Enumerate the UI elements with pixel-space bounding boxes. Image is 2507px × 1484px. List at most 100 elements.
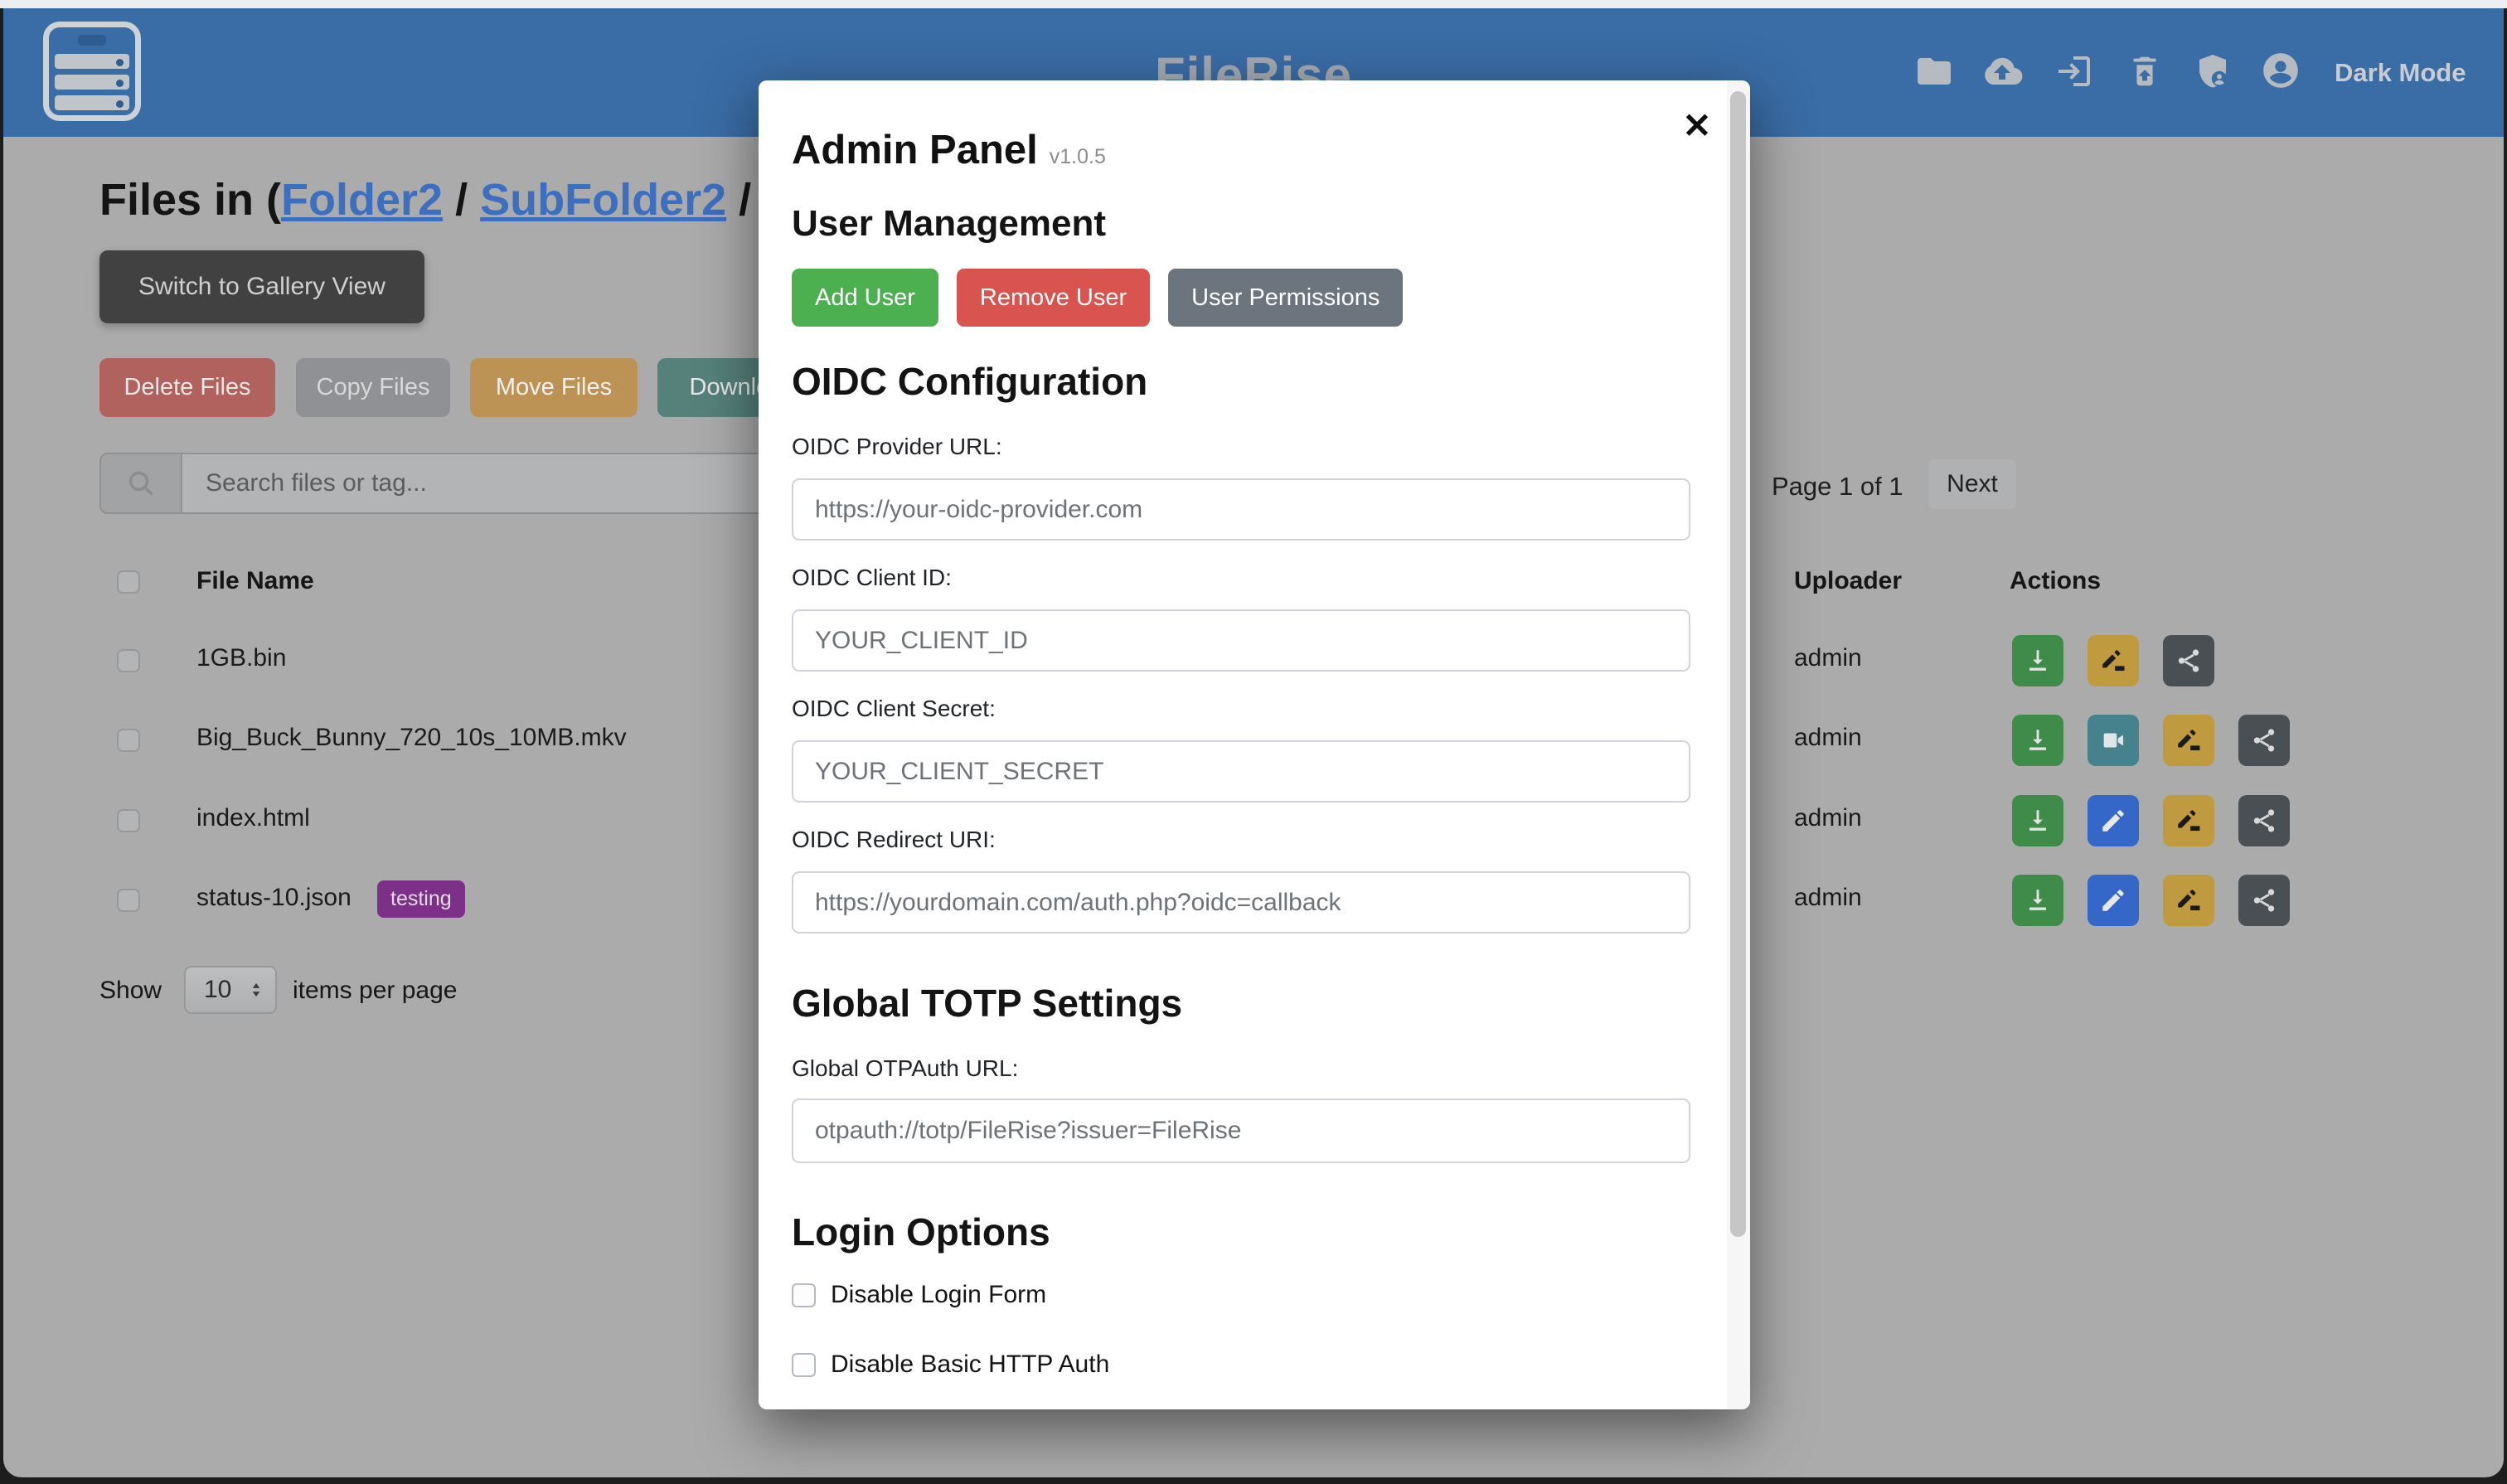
share-icon	[2250, 726, 2278, 754]
breadcrumb-suffix: /	[726, 175, 751, 225]
move-files-button[interactable]: Move Files	[470, 358, 638, 417]
file-name[interactable]: status-10.json	[196, 884, 352, 912]
file-actions-row	[2012, 635, 2214, 686]
share-button[interactable]	[2238, 875, 2290, 926]
download-button[interactable]	[2012, 795, 2063, 846]
oidc-client-secret-label: OIDC Client Secret:	[792, 696, 996, 722]
close-icon[interactable]: ✕	[1674, 102, 1720, 148]
edit-tags-button[interactable]	[2163, 715, 2214, 766]
logo-bar	[55, 95, 129, 110]
share-button[interactable]	[2163, 635, 2214, 686]
oidc-client-secret-input[interactable]	[792, 740, 1690, 803]
select-all-checkbox[interactable]	[117, 570, 140, 594]
modal-version: v1.0.5	[1050, 145, 1106, 169]
remove-user-button[interactable]: Remove User	[957, 269, 1150, 327]
breadcrumb: Files in (Folder2 / SubFolder2 /	[99, 174, 751, 226]
dark-mode-toggle[interactable]: Dark Mode	[2335, 58, 2466, 88]
breadcrumb-prefix: Files in (	[99, 175, 281, 225]
filerise-logo-icon[interactable]	[43, 22, 141, 121]
share-icon	[2250, 886, 2278, 914]
oidc-redirect-uri-input[interactable]	[792, 871, 1690, 934]
breadcrumb-link-subfolder2[interactable]: SubFolder2	[480, 175, 726, 225]
per-page-select[interactable]: 10	[184, 966, 277, 1014]
file-actions-row	[2012, 795, 2290, 846]
filerise-app: FileRise Dark Mode Files in (Folder2 / S…	[0, 0, 2507, 1484]
share-icon	[2250, 807, 2278, 835]
sign-in-icon[interactable]	[2054, 51, 2093, 91]
uploader-cell: admin	[1794, 804, 1862, 832]
share-button[interactable]	[2238, 715, 2290, 766]
cloud-upload-icon[interactable]	[1981, 51, 2023, 91]
account-icon[interactable]	[2260, 50, 2301, 91]
disable-basic-http-auth-checkbox[interactable]	[792, 1353, 816, 1377]
add-user-button[interactable]: Add User	[792, 269, 938, 327]
disable-login-form-label: Disable Login Form	[831, 1281, 1046, 1309]
disable-login-form-option[interactable]: Disable Login Form	[792, 1281, 1046, 1309]
per-page-value: 10	[204, 976, 231, 1004]
file-name[interactable]: Big_Buck_Bunny_720_10s_10MB.mkv	[196, 724, 627, 752]
shield-user-icon[interactable]	[2193, 51, 2233, 91]
edit-tags-button[interactable]	[2163, 795, 2214, 846]
download-icon	[2024, 807, 2052, 835]
edit-file-button[interactable]	[2088, 795, 2139, 846]
tag-edit-icon	[2175, 807, 2203, 835]
folder-icon[interactable]	[1914, 51, 1954, 91]
disable-basic-http-auth-label: Disable Basic HTTP Auth	[831, 1351, 1109, 1379]
download-icon	[2024, 726, 2052, 754]
tag-edit-icon	[2175, 886, 2203, 914]
search-bar	[99, 453, 870, 514]
page-indicator: Page 1 of 1	[1772, 472, 1903, 502]
per-page-prefix: Show	[99, 977, 162, 1005]
delete-files-button[interactable]: Delete Files	[99, 358, 275, 417]
edit-file-button[interactable]	[2088, 875, 2139, 926]
user-management-buttons: Add User Remove User User Permissions	[792, 269, 1403, 327]
top-strip	[0, 0, 2507, 8]
uploader-cell: admin	[1794, 884, 1862, 912]
row-checkbox[interactable]	[117, 649, 140, 672]
file-name[interactable]: index.html	[196, 804, 310, 832]
share-icon	[2175, 647, 2203, 675]
modal-scrollbar-thumb[interactable]	[1730, 91, 1746, 1237]
disable-login-form-checkbox[interactable]	[792, 1283, 816, 1307]
play-video-button[interactable]	[2088, 715, 2139, 766]
row-checkbox[interactable]	[117, 889, 140, 912]
otpauth-url-label: Global OTPAuth URL:	[792, 1055, 1018, 1082]
tag-edit-icon	[2099, 647, 2127, 675]
per-page-suffix: items per page	[293, 977, 457, 1005]
share-button[interactable]	[2238, 795, 2290, 846]
oidc-redirect-uri-label: OIDC Redirect URI:	[792, 827, 996, 853]
video-icon	[2099, 726, 2127, 754]
row-checkbox[interactable]	[117, 729, 140, 752]
file-name[interactable]: 1GB.bin	[196, 644, 286, 672]
disable-basic-http-auth-option[interactable]: Disable Basic HTTP Auth	[792, 1351, 1109, 1379]
breadcrumb-link-folder2[interactable]: Folder2	[281, 175, 443, 225]
restore-trash-icon[interactable]	[2126, 51, 2164, 91]
row-checkbox[interactable]	[117, 809, 140, 832]
download-icon	[2024, 647, 2052, 675]
download-button[interactable]	[2012, 635, 2063, 686]
next-page-button[interactable]: Next	[1928, 459, 2016, 509]
otpauth-url-input[interactable]	[792, 1098, 1690, 1163]
oidc-provider-label: OIDC Provider URL:	[792, 434, 1002, 460]
download-button[interactable]	[2012, 875, 2063, 926]
switch-gallery-view-button[interactable]: Switch to Gallery View	[99, 250, 424, 323]
uploader-cell: admin	[1794, 644, 1862, 672]
edit-tags-button[interactable]	[2163, 875, 2214, 926]
login-options-heading: Login Options	[792, 1210, 1050, 1254]
column-header-uploader: Uploader	[1794, 567, 1902, 595]
file-tag-badge[interactable]: testing	[377, 880, 465, 918]
user-permissions-button[interactable]: User Permissions	[1168, 269, 1403, 327]
oidc-client-id-input[interactable]	[792, 609, 1690, 672]
oidc-heading: OIDC Configuration	[792, 359, 1147, 404]
file-actions-row	[2012, 875, 2290, 926]
logo-bar	[55, 75, 129, 90]
admin-panel-modal: ✕ Admin Panel v1.0.5 User Management Add…	[759, 80, 1750, 1409]
download-button[interactable]	[2012, 715, 2063, 766]
edit-tags-button[interactable]	[2088, 635, 2139, 686]
totp-heading: Global TOTP Settings	[792, 981, 1182, 1026]
tag-edit-icon	[2175, 726, 2203, 754]
modal-title: Admin Panel	[792, 127, 1038, 173]
copy-files-button[interactable]: Copy Files	[296, 358, 450, 417]
logo-bar	[55, 54, 129, 69]
oidc-provider-input[interactable]	[792, 478, 1690, 541]
